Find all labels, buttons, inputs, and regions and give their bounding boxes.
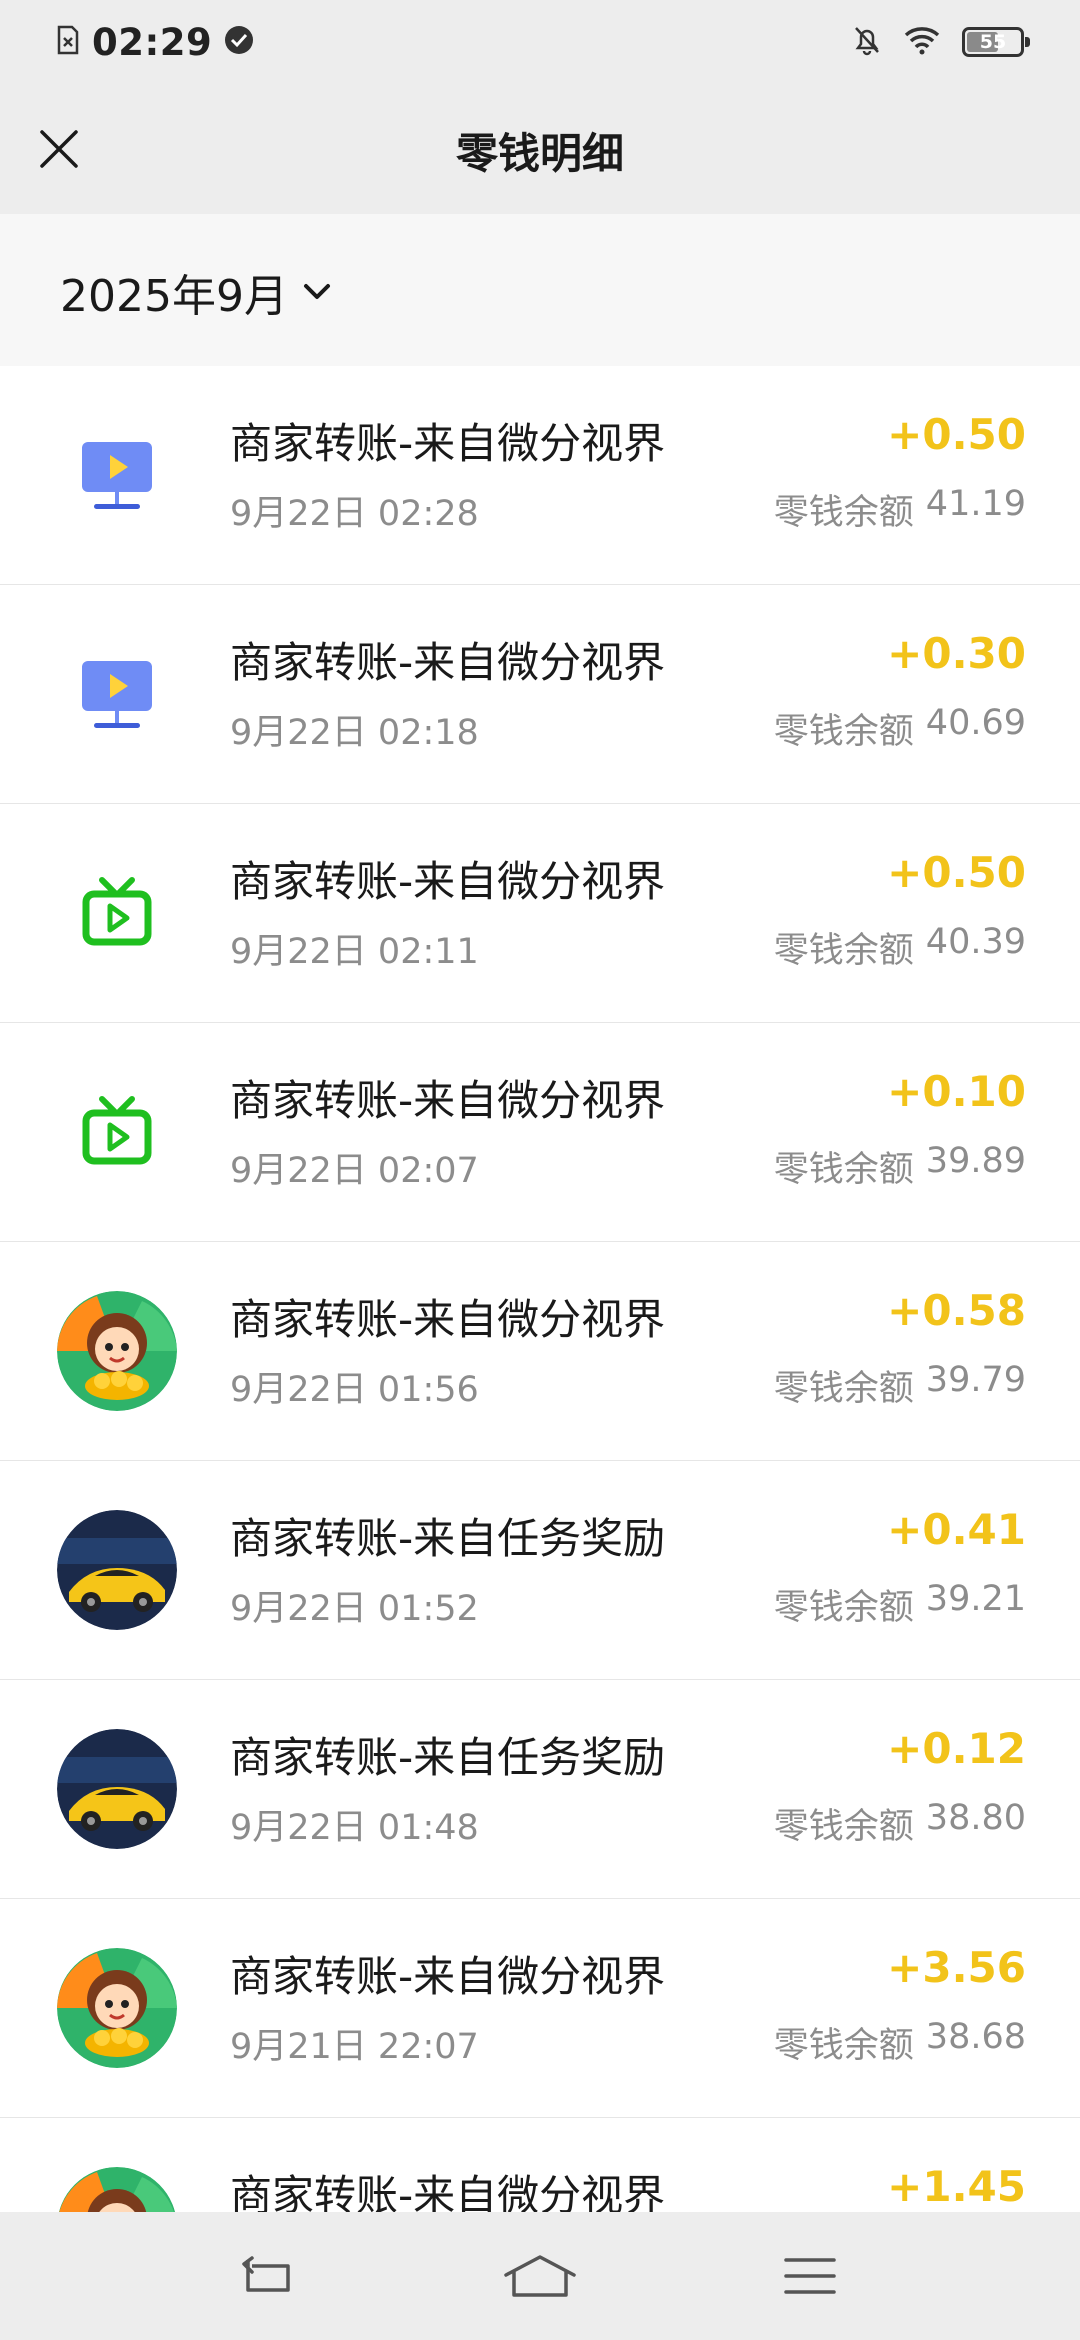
menu-button[interactable] [770,2246,850,2306]
transaction-time: 9月22日 01:48 [230,1808,479,1848]
transaction-row[interactable]: 商家转账-来自微分视界 9月22日 02:11 +0.50 零钱余额 40.39 [0,804,1080,1023]
back-icon [242,2256,290,2292]
status-bar: 02:29 55 [0,0,1080,84]
tv-icon [57,1072,177,1192]
balance-value: 39.89 [925,1141,1026,1181]
transaction-row[interactable]: 商家转账-来自任务奖励 9月22日 01:48 +0.12 零钱余额 38.80 [0,1680,1080,1899]
home-button[interactable] [500,2246,580,2306]
sports-car-avatar [57,1729,177,1849]
tv-icon [57,853,177,973]
transaction-amount: +0.58 [887,1286,1026,1335]
balance-info: 零钱余额 41.19 [774,484,1026,535]
transaction-amount: +0.12 [887,1724,1026,1773]
cartoon-girl-avatar [57,1948,177,2068]
balance-info: 零钱余额 39.79 [774,1360,1026,1411]
transaction-list: 商家转账-来自微分视界 9月22日 02:28 +0.50 零钱余额 41.19 商家转账… [0,366,1080,2212]
transaction-title: 商家转账-来自微分视界 [230,857,666,906]
page-title: 零钱明细 [455,129,624,178]
transaction-amount: +1.45 [887,2162,1026,2211]
monitor-icon [57,415,177,535]
status-right: 55 [852,18,1030,66]
transaction-row[interactable]: 商家转账-来自微分视界 9月22日 02:28 +0.50 零钱余额 41.19 [0,366,1080,585]
transaction-title: 商家转账-来自微分视界 [230,638,666,687]
bell-off-icon [852,24,882,60]
balance-info: 零钱余额 38.80 [774,1798,1026,1849]
transaction-title: 商家转账-来自微分视界 [230,1952,666,2001]
transaction-title: 商家转账-来自微分视界 [230,2171,666,2212]
cartoon-girl-avatar [57,2167,177,2212]
transaction-amount: +0.10 [887,1067,1026,1116]
sim-icon [56,25,80,59]
transaction-row[interactable]: 商家转账-来自微分视界 9月22日 02:07 +0.10 零钱余额 39.89 [0,1023,1080,1242]
balance-label: 零钱余额 [773,1588,914,1628]
balance-value: 41.19 [925,484,1026,524]
transaction-title: 商家转账-来自任务奖励 [230,1514,666,1563]
status-time: 02:29 [92,20,213,64]
month-label: 2025年9月 [60,271,288,322]
month-selector[interactable]: 2025年9月 [60,264,332,322]
balance-label: 零钱余额 [773,1807,914,1847]
transaction-amount: +0.41 [887,1505,1026,1554]
transaction-time: 9月22日 01:56 [230,1370,479,1410]
transaction-amount: +3.56 [887,1943,1026,1992]
transaction-amount: +0.50 [887,848,1026,897]
month-filter-bar: 2025年9月 [0,214,1080,366]
transaction-amount: +0.50 [887,410,1026,459]
system-nav-bar [0,2212,1080,2340]
back-button[interactable] [228,2246,308,2306]
transaction-title: 商家转账-来自微分视界 [230,1295,666,1344]
balance-info: 零钱余额 39.21 [774,1579,1026,1630]
balance-info: 零钱余额 38.68 [774,2017,1026,2068]
transaction-time: 9月22日 02:18 [230,713,479,753]
transaction-time: 9月22日 02:11 [230,932,479,972]
transaction-row[interactable]: 商家转账-来自微分视界 +1.45 [0,2118,1080,2212]
balance-label: 零钱余额 [773,2026,914,2066]
menu-icon [784,2258,836,2294]
battery-percent: 55 [979,31,1007,53]
chevron-down-icon [303,284,330,299]
cartoon-girl-avatar [57,1291,177,1411]
transaction-row[interactable]: 商家转账-来自任务奖励 9月22日 01:52 +0.41 零钱余额 39.21 [0,1461,1080,1680]
transaction-title: 商家转账-来自微分视界 [230,419,666,468]
transaction-row[interactable]: 商家转账-来自微分视界 9月22日 01:56 +0.58 零钱余额 39.79 [0,1242,1080,1461]
balance-label: 零钱余额 [773,1150,914,1190]
transaction-time: 9月22日 02:07 [230,1151,479,1191]
check-circle-icon [224,25,254,59]
balance-value: 40.69 [925,703,1026,743]
balance-label: 零钱余额 [773,493,914,533]
transaction-title: 商家转账-来自任务奖励 [230,1733,666,1782]
sports-car-avatar [57,1510,177,1630]
header: 零钱明细 [0,84,1080,214]
status-left: 02:29 [56,18,254,66]
balance-info: 零钱余额 40.69 [774,703,1026,754]
transaction-amount: +0.30 [887,629,1026,678]
wifi-icon [904,25,940,59]
balance-info: 零钱余额 40.39 [774,922,1026,973]
balance-label: 零钱余额 [773,1369,914,1409]
balance-value: 38.68 [925,2017,1026,2057]
transaction-time: 9月21日 22:07 [230,2027,479,2067]
balance-info: 零钱余额 39.89 [774,1141,1026,1192]
transaction-title: 商家转账-来自微分视界 [230,1076,666,1125]
balance-value: 40.39 [925,922,1026,962]
balance-value: 39.21 [925,1579,1026,1619]
balance-value: 38.80 [925,1798,1026,1838]
transaction-row[interactable]: 商家转账-来自微分视界 9月21日 22:07 +3.56 零钱余额 38.68 [0,1899,1080,2118]
monitor-icon [57,634,177,754]
battery-icon: 55 [962,27,1030,57]
transaction-time: 9月22日 02:28 [230,494,479,534]
transaction-time: 9月22日 01:52 [230,1589,479,1629]
home-icon [504,2255,576,2297]
balance-value: 39.79 [925,1360,1026,1400]
balance-label: 零钱余额 [773,712,914,752]
transaction-row[interactable]: 商家转账-来自微分视界 9月22日 02:18 +0.30 零钱余额 40.69 [0,585,1080,804]
balance-label: 零钱余额 [773,931,914,971]
